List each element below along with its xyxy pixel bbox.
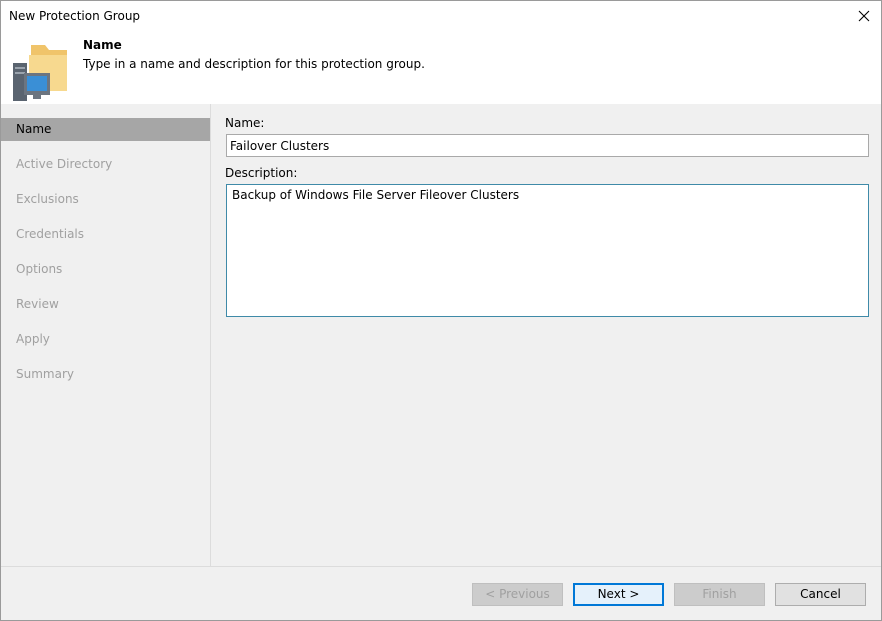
protection-group-folder-computer-icon [13, 45, 67, 101]
step-review[interactable]: Review [1, 293, 211, 316]
finish-button[interactable]: Finish [674, 583, 765, 606]
description-label: Description: [225, 166, 298, 180]
wizard-footer: < Previous Next > Finish Cancel [1, 566, 881, 620]
page-title: Name [83, 38, 122, 52]
step-summary[interactable]: Summary [1, 363, 211, 386]
close-icon [858, 10, 870, 22]
next-button[interactable]: Next > [573, 583, 664, 606]
cancel-button[interactable]: Cancel [775, 583, 866, 606]
name-input[interactable] [226, 134, 869, 157]
title-bar: New Protection Group [1, 1, 881, 32]
name-label: Name: [225, 116, 265, 130]
wizard-content: Name: Description: Backup of Windows Fil… [212, 104, 881, 566]
description-input[interactable]: Backup of Windows File Server Fileover C… [226, 184, 869, 317]
step-active-directory[interactable]: Active Directory [1, 153, 211, 176]
wizard-steps-sidebar: Name Active Directory Exclusions Credent… [1, 104, 211, 566]
window-title: New Protection Group [9, 9, 141, 23]
previous-button[interactable]: < Previous [472, 583, 563, 606]
step-apply[interactable]: Apply [1, 328, 211, 351]
step-options[interactable]: Options [1, 258, 211, 281]
step-exclusions[interactable]: Exclusions [1, 188, 211, 211]
step-name[interactable]: Name [1, 118, 210, 141]
wizard-header: Name Type in a name and description for … [1, 32, 881, 104]
page-subtitle: Type in a name and description for this … [83, 57, 425, 71]
step-credentials[interactable]: Credentials [1, 223, 211, 246]
close-button[interactable] [849, 2, 879, 30]
dialog-window: New Protection Group Name Type in a name… [0, 0, 882, 621]
